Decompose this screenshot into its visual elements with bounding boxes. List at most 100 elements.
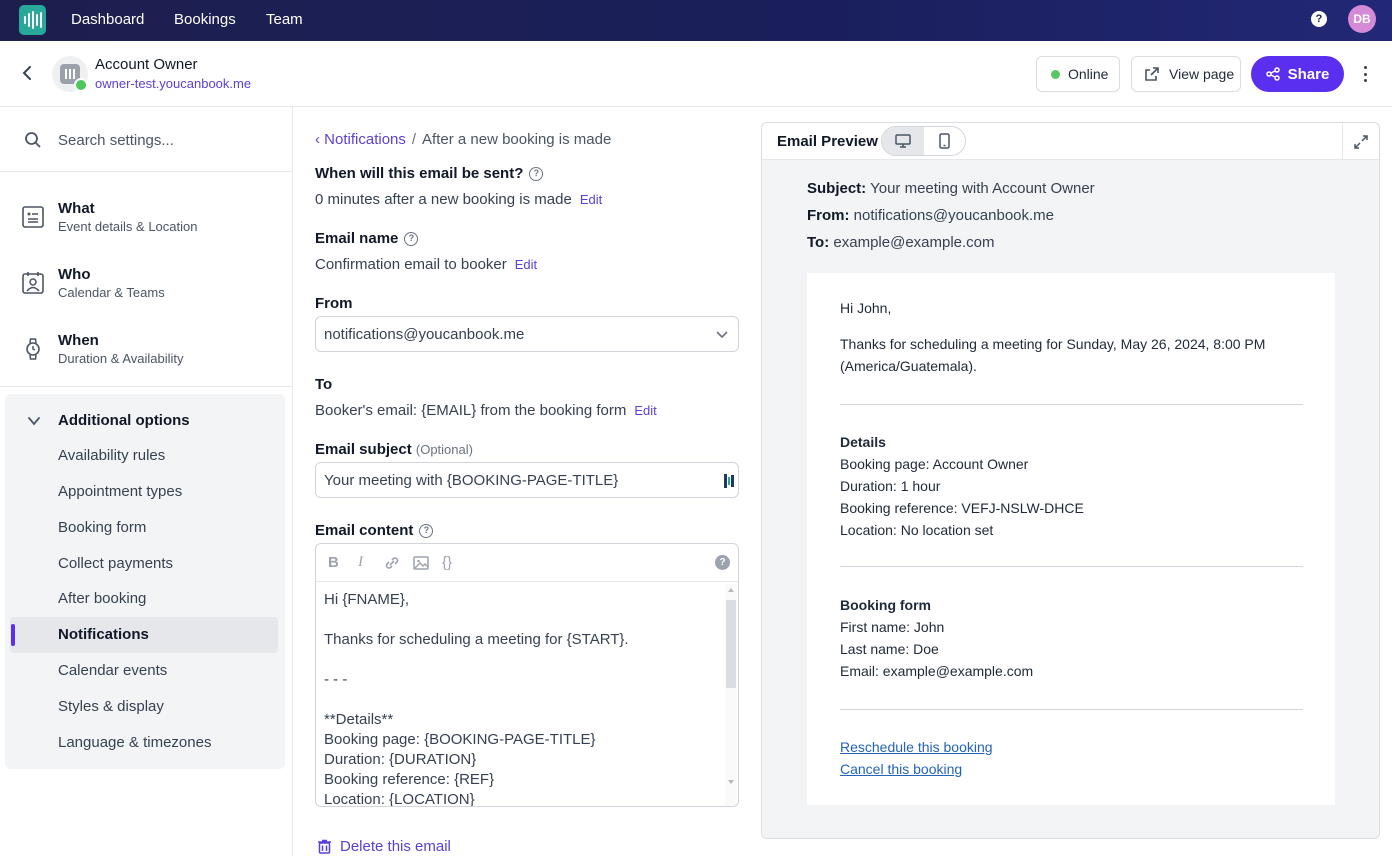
youcanbook-logo[interactable] — [19, 5, 46, 35]
search-icon — [25, 132, 41, 148]
question-icon[interactable]: ? — [404, 232, 419, 247]
edit-email-name-link[interactable]: Edit — [515, 257, 537, 272]
additional-options-title[interactable]: Additional options — [58, 412, 190, 429]
email-preview-panel: Email Preview Subject: Your meeting with… — [761, 122, 1380, 839]
bold-icon[interactable]: B — [328, 554, 339, 571]
email-settings-form: ‹ Notifications / After a new booking is m… — [293, 107, 761, 856]
back-chevron-icon[interactable] — [20, 65, 34, 81]
content-line: Booking page: {BOOKING-PAGE-TITLE} — [324, 731, 596, 748]
edit-to-link[interactable]: Edit — [634, 403, 656, 418]
content-line: - - - — [324, 671, 348, 688]
desktop-icon — [895, 134, 911, 148]
view-page-button[interactable]: View page — [1131, 56, 1241, 92]
preview-from: From: notifications@youcanbook.me — [807, 207, 1054, 224]
desktop-view-button[interactable] — [882, 127, 924, 155]
expand-icon — [1354, 134, 1368, 149]
breadcrumb-current: After a new booking is made — [422, 131, 612, 148]
nav-bookings[interactable]: Bookings — [174, 11, 236, 28]
avatar[interactable]: DB — [1348, 5, 1376, 33]
question-icon[interactable]: ? — [529, 167, 544, 182]
preview-divider — [840, 566, 1303, 567]
email-content-editor[interactable]: B I {} ? Hi {FNAME}, Thanks for scheduli… — [315, 543, 739, 807]
breadcrumb: ‹ Notifications / After a new booking is m… — [315, 131, 611, 148]
breadcrumb-notifications-link[interactable]: ‹ Notifications — [315, 131, 406, 148]
preview-detail-line: Duration: 1 hour — [840, 478, 941, 494]
sidebar-item-what[interactable]: What Event details & Location — [0, 181, 292, 247]
sidebar-item-notifications[interactable]: Notifications — [10, 617, 278, 653]
editor-help-icon[interactable]: ? — [715, 555, 730, 570]
active-indicator — [11, 624, 15, 646]
sidebar-item-styles-display[interactable]: Styles & display — [10, 689, 278, 725]
when-value: 0 minutes after a new booking is made Edi… — [315, 191, 602, 208]
account-url[interactable]: owner-test.youcanbook.me — [95, 76, 251, 91]
sidebar-item-after-booking[interactable]: After booking — [10, 581, 278, 617]
sidebar-item-label: Language & timezones — [58, 734, 212, 751]
preview-greeting: Hi John, — [840, 300, 892, 316]
mobile-icon — [939, 133, 950, 149]
preview-email-body: Hi John, Thanks for scheduling a meeting… — [807, 273, 1335, 805]
account-name: Account Owner — [95, 56, 198, 73]
more-options-icon[interactable] — [1356, 65, 1374, 83]
sidebar-item-when[interactable]: When Duration & Availability — [0, 313, 292, 379]
to-value: Booker's email: {EMAIL} from the booking… — [315, 402, 657, 419]
content-line: Thanks for scheduling a meeting for {STA… — [324, 631, 629, 648]
preview-to-key: To: — [807, 234, 830, 251]
optional-tag: (Optional) — [415, 442, 473, 457]
nav-dashboard[interactable]: Dashboard — [71, 11, 144, 28]
expand-preview-button[interactable] — [1342, 123, 1379, 160]
online-status-dot — [74, 78, 88, 92]
content-line — [324, 610, 720, 630]
email-subject-value: Your meeting with {BOOKING-PAGE-TITLE} — [324, 472, 619, 489]
device-toggle — [881, 126, 966, 156]
sidebar-item-who[interactable]: Who Calendar & Teams — [0, 247, 292, 313]
preview-form-line: First name: John — [840, 619, 945, 635]
variable-insert-icon[interactable] — [724, 474, 734, 488]
italic-icon[interactable]: I — [358, 554, 363, 571]
sidebar-item-availability-rules[interactable]: Availability rules — [10, 438, 278, 474]
from-select[interactable]: notifications@youcanbook.me — [315, 316, 739, 352]
sidebar-item-collect-payments[interactable]: Collect payments — [10, 546, 278, 582]
online-dot-icon — [1051, 69, 1060, 79]
sidebar-item-title: What — [58, 200, 95, 217]
share-button[interactable]: Share — [1251, 56, 1344, 92]
sidebar-item-calendar-events[interactable]: Calendar events — [10, 653, 278, 689]
cancel-link[interactable]: Cancel this booking — [840, 758, 993, 780]
sidebar-item-label: Styles & display — [58, 698, 164, 715]
sidebar-item-booking-form[interactable]: Booking form — [10, 510, 278, 546]
share-label: Share — [1287, 65, 1330, 83]
when-value-text: 0 minutes after a new booking is made — [315, 191, 572, 208]
preview-form-line: Email: example@example.com — [840, 663, 1034, 679]
question-icon[interactable]: ? — [419, 524, 434, 539]
to-label: To — [315, 376, 333, 393]
email-content-text[interactable]: Hi {FNAME}, Thanks for scheduling a meet… — [324, 590, 720, 807]
search-input[interactable] — [58, 128, 278, 152]
content-line — [324, 690, 720, 710]
help-icon[interactable]: ? — [1311, 11, 1327, 27]
chevron-down-icon[interactable] — [27, 414, 41, 428]
preview-booking-form: Booking form First name: John Last name:… — [840, 594, 1033, 682]
link-icon[interactable] — [384, 556, 400, 570]
preview-divider — [840, 404, 1303, 405]
mobile-view-button[interactable] — [924, 127, 966, 155]
preview-thanks-line: Thanks for scheduling a meeting for Sund… — [840, 336, 1266, 352]
nav-team[interactable]: Team — [266, 11, 303, 28]
email-subject-input[interactable]: Your meeting with {BOOKING-PAGE-TITLE} — [315, 462, 739, 498]
sidebar-item-label: After booking — [58, 590, 147, 607]
search-row — [0, 107, 292, 172]
image-icon[interactable] — [413, 555, 429, 571]
editor-scrollbar[interactable] — [725, 584, 737, 806]
sidebar-divider — [0, 386, 292, 387]
reschedule-link[interactable]: Reschedule this booking — [840, 736, 993, 758]
preview-detail-line: Booking reference: VEFJ-NSLW-DHCE — [840, 500, 1084, 516]
online-button[interactable]: Online — [1036, 56, 1120, 92]
edit-when-link[interactable]: Edit — [580, 192, 602, 207]
chevron-down-icon — [716, 331, 728, 339]
braces-icon[interactable]: {} — [442, 554, 452, 571]
to-value-text: Booker's email: {EMAIL} from the booking… — [315, 402, 627, 419]
content-line: Location: {LOCATION} — [324, 791, 475, 807]
email-content-label: Email content? — [315, 522, 434, 539]
delete-email-button[interactable]: Delete this email — [317, 838, 451, 855]
sidebar-item-appointment-types[interactable]: Appointment types — [10, 474, 278, 510]
breadcrumb-link-label: Notifications — [324, 131, 406, 148]
sidebar-item-language-timezones[interactable]: Language & timezones — [10, 725, 278, 761]
